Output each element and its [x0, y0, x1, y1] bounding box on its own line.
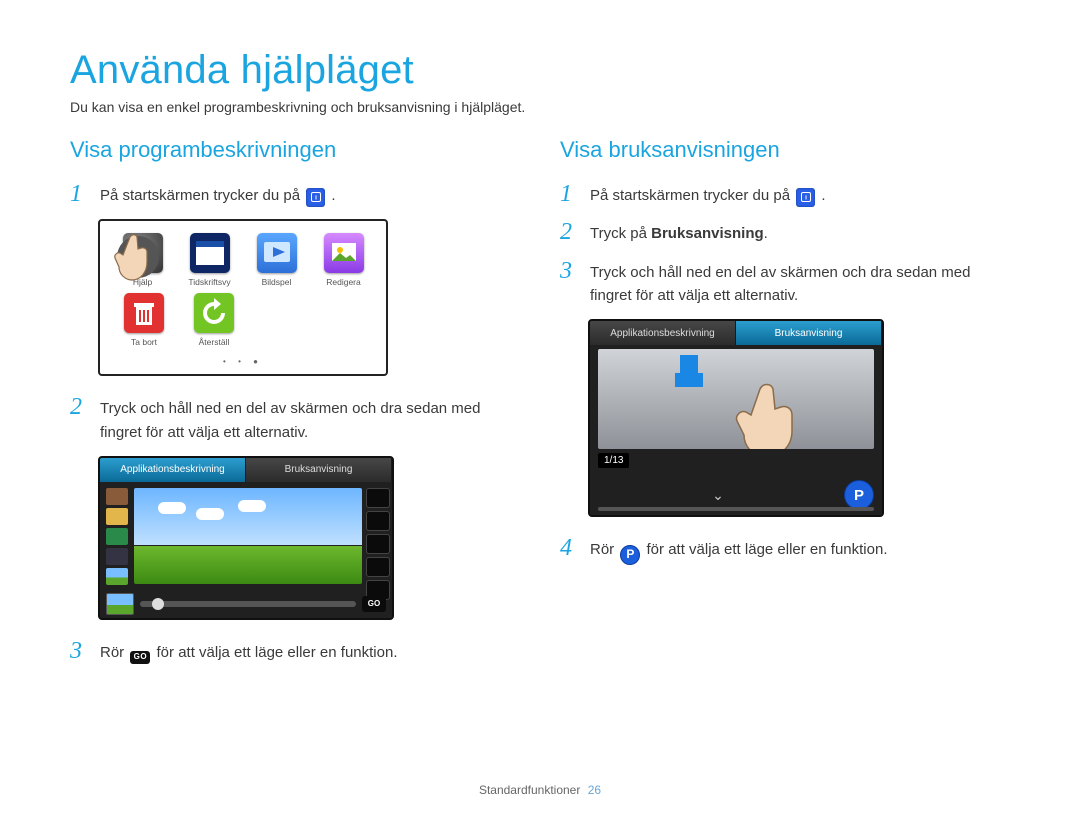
edit-icon — [324, 233, 364, 273]
page-counter: 1/13 — [598, 453, 629, 468]
page-intro: Du kan visa en enkel programbeskrivning … — [70, 99, 1010, 115]
main-preview-photo — [134, 488, 362, 584]
step-number: 1 — [70, 181, 94, 207]
step-number: 4 — [560, 535, 584, 561]
app-reset: Återställ — [190, 293, 238, 347]
tab-manual: Bruksanvisning — [246, 458, 392, 482]
step-number: 2 — [70, 394, 94, 420]
trash-icon — [124, 293, 164, 333]
section-title-left: Visa programbeskrivningen — [70, 137, 520, 163]
page-indicator: • • ● — [100, 355, 386, 374]
page-footer: Standardfunktioner 26 — [0, 783, 1080, 797]
pointer-hand-icon — [108, 227, 168, 287]
left-step-2: 2 Tryck och håll ned en del av skärmen o… — [70, 394, 520, 444]
step-text: för att välja ett läge eller en funktion… — [157, 644, 398, 661]
left-step-3: 3 Rör GO för att välja ett läge eller en… — [70, 638, 520, 664]
step-number: 3 — [560, 258, 584, 284]
page-title: Använda hjälpläget — [70, 48, 1010, 93]
step-text: Tryck och håll ned en del av skärmen och… — [100, 394, 520, 444]
help-app-icon: i — [306, 188, 325, 207]
column-right: Visa bruksanvisningen 1 På startskärmen … — [560, 137, 1010, 676]
help-app-icon: i — [796, 188, 815, 207]
app-help: Hjälp — [120, 233, 165, 287]
go-button: GO — [362, 596, 386, 612]
section-title-right: Visa bruksanvisningen — [560, 137, 1010, 163]
right-step-1: 1 På startskärmen trycker du på i . — [560, 181, 1010, 207]
app-edit: Redigera — [321, 233, 366, 287]
p-mode-icon: P — [620, 545, 640, 565]
tab-manual: Bruksanvisning — [736, 321, 882, 345]
step-text: . — [821, 187, 825, 204]
screenshot-app-description: Applikationsbeskrivning Bruksanvisning — [98, 456, 394, 620]
svg-text:i: i — [315, 195, 317, 202]
progress-bar — [598, 507, 874, 511]
step-text: Rör — [100, 644, 128, 661]
step-number: 2 — [560, 219, 584, 245]
step-number: 3 — [70, 638, 94, 664]
hand-gesture-icon — [730, 369, 850, 449]
step-text: På startskärmen trycker du på — [590, 187, 794, 204]
tab-app-description: Applikationsbeskrivning — [590, 321, 736, 345]
step-text: . — [331, 187, 335, 204]
app-delete: Ta bort — [120, 293, 168, 347]
step-number: 1 — [560, 181, 584, 207]
thumbnail-column — [106, 488, 128, 588]
step-text: Tryck och håll ned en del av skärmen och… — [590, 258, 1010, 308]
arrow-down-icon — [680, 355, 703, 387]
svg-text:i: i — [805, 195, 807, 202]
step-text: Rör — [590, 541, 618, 558]
column-left: Visa programbeskrivningen 1 På startskär… — [70, 137, 520, 676]
step-text-bold: Bruksanvisning — [651, 225, 764, 242]
screenshot-manual-swipe: Applikationsbeskrivning Bruksanvisning 1… — [588, 319, 884, 517]
right-step-2: 2 Tryck på Bruksanvisning. — [560, 219, 1010, 245]
app-magazine: Tidskriftsvy — [187, 233, 232, 287]
reset-icon — [194, 293, 234, 333]
magazine-icon — [190, 233, 230, 273]
slideshow-icon — [257, 233, 297, 273]
slider — [140, 601, 356, 607]
footer-thumb — [106, 593, 134, 615]
step-text: Tryck på — [590, 225, 651, 242]
app-slideshow: Bildspel — [254, 233, 299, 287]
p-mode-button: P — [844, 480, 874, 510]
chevron-down-icon: ⌄ — [598, 487, 838, 504]
go-icon: GO — [130, 651, 150, 664]
right-step-4: 4 Rör P för att välja ett läge eller en … — [560, 535, 1010, 564]
step-text: för att välja ett läge eller en funktion… — [647, 541, 888, 558]
step-text: På startskärmen trycker du på — [100, 187, 304, 204]
right-step-3: 3 Tryck och håll ned en del av skärmen o… — [560, 258, 1010, 308]
mode-column — [366, 488, 388, 603]
left-step-1: 1 På startskärmen trycker du på i . — [70, 181, 520, 207]
screenshot-app-grid: Hjälp Tidskriftsvy Bildspel Redigera Ta … — [98, 219, 388, 376]
tab-app-description: Applikationsbeskrivning — [100, 458, 246, 482]
